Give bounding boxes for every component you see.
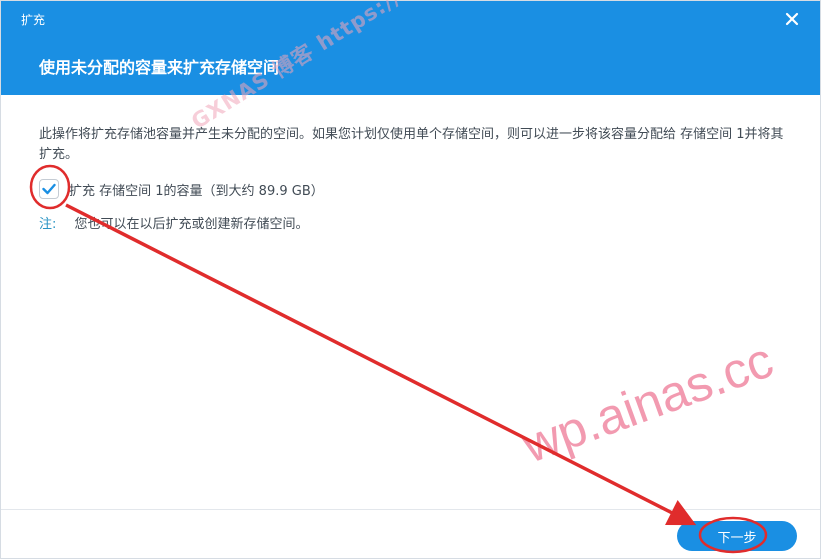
footer-divider — [1, 509, 820, 510]
description-text: 此操作将扩充存储池容量并产生未分配的空间。如果您计划仅使用单个存储空间，则可以进… — [39, 127, 784, 162]
dialog-body: 此操作将扩充存储池容量并产生未分配的空间。如果您计划仅使用单个存储空间，则可以进… — [39, 125, 784, 165]
expand-volume-option[interactable]: 扩充 存储空间 1的容量（到大约 89.9 GB） — [39, 177, 324, 201]
expand-dialog: 扩充 使用未分配的容量来扩充存储空间 此操作将扩充存储池容量并产生未分配的空间。… — [0, 0, 821, 559]
note-text: 您也可以在以后扩充或创建新存储空间。 — [74, 217, 309, 232]
step-title: 使用未分配的容量来扩充存储空间 — [39, 58, 280, 77]
close-button[interactable] — [782, 9, 802, 29]
close-icon — [785, 12, 799, 26]
expand-volume-label: 扩充 存储空间 1的容量（到大约 89.9 GB） — [69, 183, 324, 199]
dialog-header: 扩充 使用未分配的容量来扩充存储空间 — [1, 1, 820, 95]
note: 注: 您也可以在以后扩充或创建新存储空间。 — [39, 213, 309, 232]
checkmark-icon — [42, 183, 56, 195]
window-title: 扩充 — [21, 13, 46, 27]
note-label: 注: — [39, 217, 57, 232]
next-button[interactable]: 下一步 — [677, 521, 797, 551]
expand-volume-checkbox[interactable] — [39, 179, 59, 199]
